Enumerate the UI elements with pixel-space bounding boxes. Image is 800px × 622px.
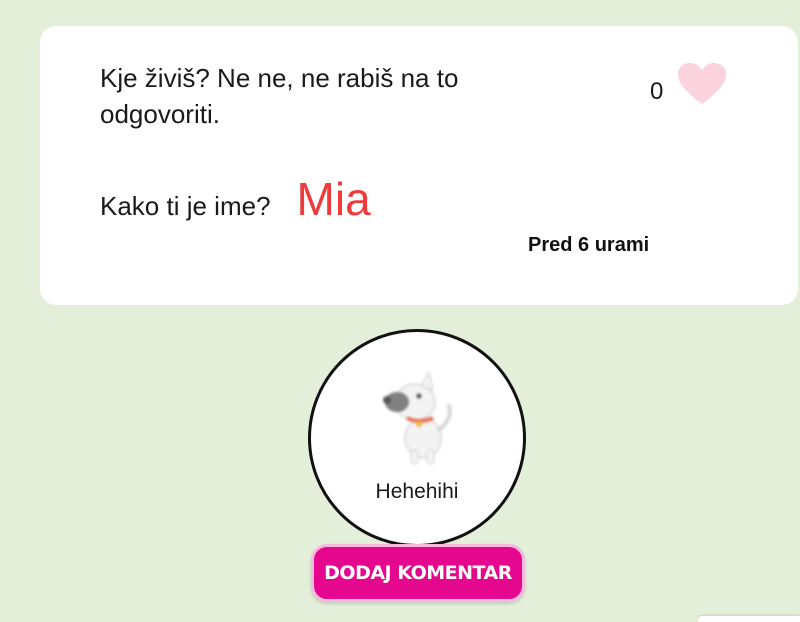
question-text: Kje živiš? Ne ne, ne rabiš na to odgovor…	[100, 63, 459, 129]
profile-circle[interactable]: Hehehihi	[308, 329, 526, 547]
timestamp: Pred 6 urami	[528, 234, 650, 256]
like-count: 0	[650, 78, 664, 105]
corner-tab	[698, 616, 800, 622]
page: Kje živiš? Ne ne, ne rabiš na to odgovor…	[0, 0, 800, 622]
name-question-label: Kako ti je ime?	[100, 191, 271, 221]
dog-avatar-icon	[383, 370, 452, 465]
question-card: Kje živiš? Ne ne, ne rabiš na to odgovor…	[40, 26, 798, 305]
add-comment-button[interactable]: DODAJ KOMENTAR	[311, 544, 525, 602]
username: Hehehihi	[375, 480, 459, 503]
name-question-row: Kako ti je ime? Mia	[100, 172, 371, 226]
answer-text: Mia	[296, 173, 371, 225]
heart-icon[interactable]	[677, 62, 727, 106]
